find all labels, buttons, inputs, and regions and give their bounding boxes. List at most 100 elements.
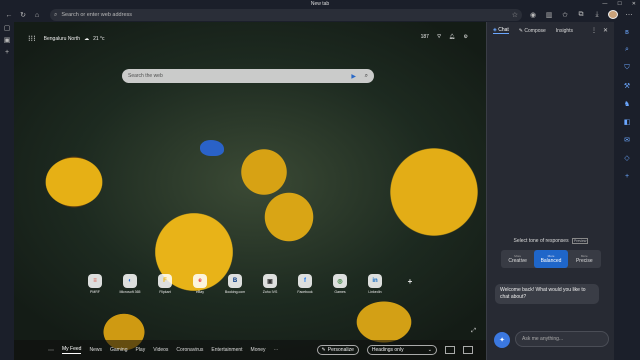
headings-select-value: Headings only [371, 347, 404, 353]
personalize-button[interactable]: ✎ Personalize [316, 345, 359, 355]
web-search-box[interactable]: Search the web ▶ ⌕ [122, 69, 374, 83]
shopping-icon[interactable]: ⛉ [621, 62, 633, 74]
tab-my-feed[interactable]: My Feed [62, 346, 82, 354]
quick-link[interactable]: ▣ Zoho IVS [255, 274, 285, 294]
tab-play[interactable]: Play [135, 347, 145, 353]
home-icon[interactable]: ⌂ [32, 10, 42, 20]
menu-icon[interactable]: ⋯ [624, 11, 634, 19]
feed-overflow-icon[interactable]: ⋯ [274, 347, 279, 353]
bing-chat-icon[interactable]: ▶ [351, 73, 356, 80]
location-label[interactable]: Bengaluru North [44, 36, 80, 42]
drop-icon[interactable]: ◇ [621, 152, 633, 164]
chat-close-icon[interactable]: ✕ [603, 27, 608, 34]
address-bar[interactable]: ⌕ Search or enter web address ☆ [50, 9, 522, 21]
quick-links: ≡ PMRF ◐ Microsoft 365 F Flipkart e eBay B Bookin… [80, 274, 425, 294]
quick-link-icon: ▣ [263, 274, 277, 288]
refresh-icon[interactable]: ↻ [18, 10, 28, 20]
window-controls: — ☐ ✕ [602, 0, 636, 8]
quick-link[interactable]: B Booking.com [220, 274, 250, 294]
outlook-icon[interactable]: ✉ [621, 134, 633, 146]
list-view-icon[interactable] [462, 346, 473, 354]
tab-gaming[interactable]: Gaming [110, 347, 128, 353]
tone-creative[interactable]: More Creative [501, 250, 534, 268]
maximize-button[interactable]: ☐ [617, 0, 621, 8]
settings-gear-icon[interactable]: ⚙ [464, 34, 468, 40]
tone-selector: More Creative More Balanced More Precise [501, 250, 601, 268]
preview-badge: Preview [571, 238, 589, 244]
expand-icon[interactable]: ⤢ [471, 328, 476, 335]
tab-actions-icon[interactable]: ▢ [0, 22, 14, 34]
quick-link-label: Booking.com [224, 290, 246, 294]
quick-link[interactable]: ≡ PMRF [80, 274, 110, 294]
headings-select[interactable]: Headings only ⌄ [366, 345, 437, 355]
favorites-icon[interactable]: ✩ [560, 11, 570, 19]
temperature-label[interactable]: 21 °c [93, 36, 104, 42]
add-shortcut-button[interactable]: + [395, 274, 425, 294]
page-actions: 187 ⛛ 🔔︎ ⚙ [421, 34, 468, 40]
tab-videos[interactable]: Videos [153, 347, 168, 353]
office-icon[interactable]: ◧ [621, 116, 633, 128]
quick-link-label: Zoho IVS [262, 290, 278, 294]
tab-entertainment[interactable]: Entertainment [211, 347, 242, 353]
downloads-icon[interactable]: ⤓ [592, 11, 602, 19]
tab-insights[interactable]: Insights [556, 28, 573, 34]
chat-tabs: ◈ Chat ✎ Compose Insights [493, 27, 573, 34]
games-icon[interactable]: ♞ [621, 98, 633, 110]
chat-more-icon[interactable]: ⋮ [591, 27, 597, 34]
tab-coronavirus[interactable]: Coronavirus [176, 347, 203, 353]
tab-money[interactable]: Money [251, 347, 266, 353]
extension-icon[interactable]: ◉ [528, 11, 538, 19]
favorite-star-icon[interactable]: ☆ [512, 11, 518, 19]
bing-icon[interactable]: ʙ [621, 26, 633, 38]
quick-link[interactable]: ◐ Microsoft 365 [115, 274, 145, 294]
quick-link-icon: e [193, 274, 207, 288]
close-window-button[interactable]: ✕ [632, 0, 636, 8]
cloud-icon: ☁ [84, 35, 90, 42]
apps-grid-icon[interactable]: ⁝⁝⁝ [28, 34, 36, 43]
rewards-icon[interactable]: ⛛ [437, 34, 441, 40]
chat-controls: ⋮ ✕ [591, 27, 608, 34]
feed-bar: ⋯ My Feed News Gaming Play Videos Corona… [14, 340, 486, 360]
tab-chat[interactable]: ◈ Chat [493, 27, 509, 34]
search-icon[interactable]: ⌕ [365, 73, 368, 80]
plus-icon: + [407, 276, 413, 286]
quick-link-icon: ◎ [333, 274, 347, 288]
back-icon[interactable]: ← [4, 10, 14, 20]
quick-link-label: Games [334, 290, 346, 294]
collections-icon[interactable]: ⧉ [576, 11, 586, 19]
bing-chat-sidebar: ◈ Chat ✎ Compose Insights ⋮ ✕ Select ton… [486, 22, 614, 360]
rewards-counter[interactable]: 187 [421, 34, 429, 40]
new-tab-icon[interactable]: + [0, 46, 14, 58]
quick-link[interactable]: e eBay [185, 274, 215, 294]
broom-icon: ✦ [499, 337, 505, 344]
active-tab-icon[interactable]: ▣ [0, 34, 14, 46]
add-sidebar-icon[interactable]: + [621, 170, 633, 182]
quick-link[interactable]: f Facebook [290, 274, 320, 294]
feed-more-icon[interactable]: ⋯ [48, 347, 54, 354]
quick-link-icon: in [368, 274, 382, 288]
tone-balanced[interactable]: More Balanced [534, 250, 568, 268]
notifications-icon[interactable]: 🔔︎ [449, 34, 455, 40]
chat-input-placeholder: Ask me anything... [522, 336, 564, 342]
tools-icon[interactable]: ⚒ [621, 80, 633, 92]
tab-compose[interactable]: ✎ Compose [519, 28, 546, 34]
new-topic-button[interactable]: ✦ [494, 332, 510, 348]
tone-precise[interactable]: More Precise [568, 250, 601, 268]
toolbar-actions: ◉ ▥ ✩ ⧉ ⤓ ⋯ [528, 10, 634, 19]
quick-link[interactable]: in LinkedIn [360, 274, 390, 294]
quick-link[interactable]: ◎ Games [325, 274, 355, 294]
tone-balanced-label: Balanced [540, 258, 562, 264]
personalize-label: Personalize [327, 347, 354, 353]
grid-view-icon[interactable] [444, 346, 455, 354]
profile-avatar[interactable] [608, 10, 618, 19]
chevron-down-icon: ⌄ [427, 347, 432, 353]
quick-link-label: PMRF [90, 290, 100, 294]
tone-heading: Select tone of responses Preview [487, 238, 615, 244]
chat-input[interactable]: Ask me anything... [515, 331, 609, 347]
minimize-button[interactable]: — [602, 0, 607, 8]
split-screen-icon[interactable]: ▥ [544, 11, 554, 19]
quick-link-icon: ≡ [88, 274, 102, 288]
quick-link[interactable]: F Flipkart [150, 274, 180, 294]
tab-news[interactable]: News [89, 347, 102, 353]
search-sidebar-icon[interactable]: ⌕ [621, 44, 633, 56]
